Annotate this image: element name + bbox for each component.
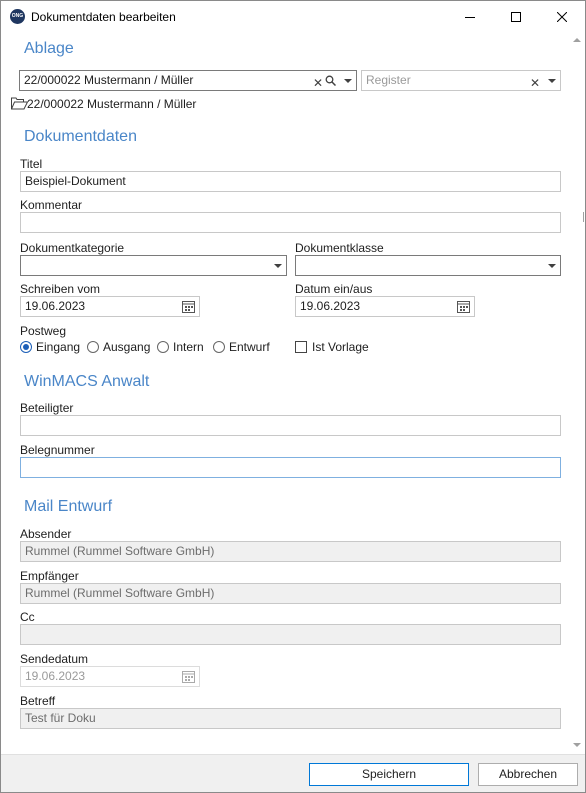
app-logo-icon: ONG [10, 9, 25, 24]
register-placeholder: Register [366, 73, 411, 87]
beteiligter-input[interactable] [20, 415, 561, 436]
titel-label: Titel [20, 157, 43, 171]
radio-intern[interactable] [157, 341, 169, 353]
betreff-input: Test für Doku [20, 708, 561, 729]
minimize-button[interactable] [447, 1, 493, 32]
register-combobox[interactable]: Register ✕ [361, 70, 561, 91]
ablage-heading: Ablage [24, 40, 74, 57]
radio-entwurf-label[interactable]: Entwurf [229, 340, 270, 354]
clear-icon[interactable]: ✕ [530, 74, 540, 93]
dokumentklasse-select[interactable] [295, 255, 561, 276]
chevron-down-icon[interactable] [274, 264, 282, 268]
dialog-window: ONG Dokumentdaten bearbeiten Ablage 22/0… [0, 0, 586, 793]
radio-intern-label[interactable]: Intern [173, 340, 204, 354]
chevron-down-icon[interactable] [548, 79, 556, 83]
sendedatum-datepicker: 19.06.2023 [20, 666, 200, 687]
title-bar[interactable]: ONG Dokumentdaten bearbeiten [1, 1, 585, 32]
dokumentklasse-label: Dokumentklasse [295, 241, 384, 255]
scroll-down-icon[interactable] [573, 742, 581, 748]
scrollbar-thumb[interactable] [583, 212, 584, 222]
dialog-footer: Speichern Abbrechen [1, 754, 585, 792]
akte-value: 22/000022 Mustermann / Müller [24, 73, 194, 87]
absender-label: Absender [20, 527, 72, 541]
calendar-icon[interactable] [182, 300, 195, 313]
radio-eingang[interactable] [20, 341, 32, 353]
maximize-button[interactable] [493, 1, 539, 32]
empfaenger-label: Empfänger [20, 569, 79, 583]
save-button[interactable]: Speichern [309, 763, 469, 786]
datum-ein-aus-datepicker[interactable]: 19.06.2023 [295, 296, 475, 317]
schreiben-vom-datepicker[interactable]: 19.06.2023 [20, 296, 200, 317]
absender-input: Rummel (Rummel Software GmbH) [20, 541, 561, 562]
maximize-icon [511, 11, 521, 22]
schreiben-vom-value: 19.06.2023 [25, 299, 86, 313]
betreff-label: Betreff [20, 694, 56, 708]
clear-icon[interactable]: ✕ [313, 74, 323, 93]
radio-eingang-label[interactable]: Eingang [36, 340, 80, 354]
folder-path[interactable]: 22/000022 Mustermann / Müller [27, 97, 196, 111]
belegnummer-label: Belegnummer [20, 443, 95, 457]
sendedatum-value: 19.06.2023 [25, 669, 86, 683]
radio-entwurf[interactable] [213, 341, 225, 353]
ist-vorlage-label[interactable]: Ist Vorlage [312, 340, 369, 354]
kommentar-label: Kommentar [20, 198, 83, 212]
chevron-down-icon[interactable] [344, 79, 352, 83]
ist-vorlage-checkbox[interactable] [295, 341, 307, 353]
vertical-scrollbar[interactable] [570, 32, 585, 754]
cancel-button[interactable]: Abbrechen [478, 763, 578, 786]
belegnummer-input[interactable] [20, 457, 561, 478]
datum-ein-aus-value: 19.06.2023 [300, 299, 361, 313]
akte-combobox[interactable]: 22/000022 Mustermann / Müller ✕ [19, 70, 357, 91]
empfaenger-input: Rummel (Rummel Software GmbH) [20, 583, 561, 604]
minimize-icon [465, 16, 475, 18]
beteiligter-label: Beteiligter [20, 401, 74, 415]
radio-ausgang-label[interactable]: Ausgang [103, 340, 150, 354]
kommentar-input[interactable] [20, 212, 561, 233]
cc-input [20, 624, 561, 645]
postweg-label: Postweg [20, 324, 67, 338]
titel-input[interactable]: Beispiel-Dokument [20, 171, 561, 192]
cc-label: Cc [20, 610, 35, 624]
chevron-down-icon[interactable] [548, 264, 556, 268]
radio-ausgang[interactable] [87, 341, 99, 353]
dokumentkategorie-label: Dokumentkategorie [20, 241, 125, 255]
scroll-up-icon[interactable] [573, 37, 581, 43]
close-button[interactable] [539, 1, 585, 32]
window-title: Dokumentdaten bearbeiten [31, 10, 176, 24]
dokumentdaten-heading: Dokumentdaten [24, 128, 137, 145]
calendar-icon [182, 671, 195, 683]
sendedatum-label: Sendedatum [20, 652, 89, 666]
schreiben-vom-label: Schreiben vom [20, 282, 101, 296]
mail-entwurf-heading: Mail Entwurf [24, 498, 113, 515]
winmacs-heading: WinMACS Anwalt [24, 373, 150, 390]
dokumentkategorie-select[interactable] [20, 255, 287, 276]
calendar-icon[interactable] [457, 300, 470, 313]
folder-open-icon [11, 97, 28, 110]
close-icon [557, 11, 567, 22]
search-icon[interactable] [325, 75, 336, 86]
datum-ein-aus-label: Datum ein/aus [295, 282, 373, 296]
